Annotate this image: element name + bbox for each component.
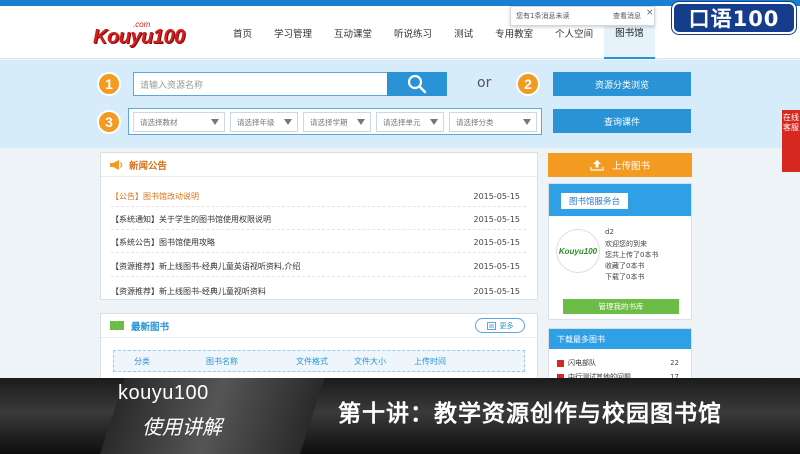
news-item[interactable]: 【系统通知】 关于学生的图书馆使用权限说明 2015-05-15 — [111, 210, 526, 230]
news-item-title: 新上线图书-经典儿童英语视听资料,介绍 — [159, 262, 301, 271]
search-button[interactable] — [387, 72, 447, 96]
news-item-title: 图书馆改动说明 — [143, 192, 199, 201]
chevron-down-icon — [284, 119, 292, 125]
view-messages-link[interactable]: 查看消息 — [613, 11, 641, 21]
avatar-logo: Kouyu100 — [558, 246, 598, 256]
list-item-count: 22 — [670, 359, 679, 367]
column-file-size: 文件大小 — [354, 356, 386, 366]
more-label: 更多 — [499, 321, 514, 330]
column-upload-time: 上传时间 — [414, 356, 446, 366]
news-title: 新闻公告 — [129, 160, 168, 172]
library-service-desk: 图书馆服务台 Kouyu100 d2 欢迎您的到来 您共上传了0本书 收藏了0本… — [548, 183, 692, 320]
upload-book-button[interactable]: 上传图书 — [548, 153, 692, 177]
list-item[interactable]: 闪电部队 22 — [557, 358, 685, 368]
nav-test[interactable]: 测试 — [443, 6, 484, 59]
file-icon — [557, 359, 564, 367]
banner-subtitle: 使用讲解 — [142, 415, 222, 439]
latest-books-panel: 最新图书 更多 分类 图书名称 文件格式 文件大小 上传时间 — [100, 313, 538, 383]
news-item-date: 2015-05-15 — [473, 286, 521, 296]
service-desk-title: 图书馆服务台 — [561, 193, 629, 209]
grade-select-label: 请选择年级 — [237, 117, 275, 127]
news-item-date: 2015-05-15 — [473, 215, 521, 224]
online-service-tab[interactable]: 在线客服 — [782, 110, 800, 172]
step-2-badge: 2 — [516, 72, 540, 96]
news-item-date: 2015-05-15 — [473, 192, 521, 201]
books-table-header: 分类 图书名称 文件格式 文件大小 上传时间 — [113, 350, 525, 372]
filter-bar: 请选择教材 请选择年级 请选择学期 请选择单元 请选择分类 — [128, 108, 542, 135]
banner-lecture-title: 第十讲：教学资源创作与校园图书馆 — [338, 401, 722, 427]
megaphone-icon — [110, 159, 123, 170]
column-file-format: 文件格式 — [296, 356, 328, 366]
most-downloaded-title: 下载最多图书 — [549, 329, 691, 349]
news-item-title: 关于学生的图书馆使用权限说明 — [159, 215, 271, 224]
book-icon — [110, 320, 124, 331]
nav-interactive-class[interactable]: 互动课堂 — [323, 6, 383, 59]
latest-books-title: 最新图书 — [131, 321, 170, 333]
category-select-label: 请选择分类 — [456, 117, 494, 127]
news-item[interactable]: 【资源推荐】 新上线图书-经典儿童视听资料 2015-05-15 — [111, 281, 526, 301]
manage-library-button[interactable]: 管理我的书库 — [563, 299, 679, 314]
semester-select-label: 请选择学期 — [310, 117, 348, 127]
search-icon — [407, 74, 427, 94]
nav-listening-speaking[interactable]: 听说练习 — [383, 6, 443, 59]
browse-categories-button[interactable]: 资源分类浏览 — [553, 72, 691, 96]
query-courseware-button[interactable]: 查询课件 — [553, 109, 691, 133]
lecture-banner: kouyu100 使用讲解 第十讲：教学资源创作与校园图书馆 — [0, 378, 800, 454]
unit-select[interactable]: 请选择单元 — [376, 112, 444, 132]
grade-select[interactable]: 请选择年级 — [230, 112, 298, 132]
news-item-tag: 【资源推荐】 — [111, 262, 159, 271]
chevron-down-icon — [430, 119, 438, 125]
resource-search-input[interactable]: 请输入资源名称 — [133, 72, 387, 96]
kouyu100-badge: 口语100 — [672, 2, 796, 34]
chevron-down-icon — [357, 119, 365, 125]
nav-home[interactable]: 首页 — [222, 6, 263, 59]
news-item-date: 2015-05-15 — [473, 262, 521, 271]
news-item[interactable]: 【资源推荐】 新上线图书-经典儿童英语视听资料,介绍 2015-05-15 — [111, 257, 526, 277]
textbook-select[interactable]: 请选择教材 — [133, 112, 225, 132]
news-item[interactable]: 【公告】 图书馆改动说明 2015-05-15 — [111, 187, 526, 207]
column-book-name: 图书名称 — [206, 356, 238, 366]
search-area: 1 请输入资源名称 or 2 资源分类浏览 3 请选择教材 请选择年级 请选择学… — [0, 60, 800, 148]
semester-select[interactable]: 请选择学期 — [303, 112, 371, 132]
welcome-text: 欢迎您的到来 — [605, 240, 647, 248]
news-item-tag: 【系统公告】 — [111, 238, 159, 247]
news-item-title: 新上线图书-经典儿童视听资料 — [159, 286, 266, 296]
kouyu100-logo[interactable]: .com Kouyu100 — [93, 20, 185, 50]
chevron-down-icon — [523, 119, 531, 125]
list-item-name: 闪电部队 — [568, 359, 596, 367]
step-3-badge: 3 — [97, 110, 121, 134]
step-1-badge: 1 — [97, 72, 121, 96]
username: d2 — [605, 228, 614, 236]
banner-brand: kouyu100 — [118, 382, 209, 404]
notification-message: 您有1条消息未读 — [516, 12, 570, 20]
news-item-tag: 【资源推荐】 — [111, 286, 159, 296]
collected-count: 收藏了0本书 — [605, 262, 645, 270]
chevron-down-icon — [211, 119, 219, 125]
news-item[interactable]: 【系统公告】 图书馆使用攻略 2015-05-15 — [111, 233, 526, 253]
uploaded-count: 您共上传了0本书 — [605, 251, 659, 259]
column-category: 分类 — [134, 356, 150, 366]
or-label: or — [477, 75, 492, 91]
news-panel: 新闻公告 【公告】 图书馆改动说明 2015-05-15 【系统通知】 关于学生… — [100, 152, 538, 300]
upload-icon — [590, 160, 604, 171]
unit-select-label: 请选择单元 — [383, 117, 421, 127]
upload-book-label: 上传图书 — [611, 161, 650, 172]
textbook-select-label: 请选择教材 — [140, 117, 178, 127]
downloaded-count: 下载了0本书 — [605, 273, 645, 281]
news-item-tag: 【系统通知】 — [111, 215, 159, 224]
close-icon[interactable]: × — [646, 8, 654, 18]
avatar[interactable]: Kouyu100 — [556, 229, 600, 273]
logo-word: Kouyu100 — [93, 26, 185, 48]
list-icon — [486, 321, 496, 330]
news-item-title: 图书馆使用攻略 — [159, 238, 215, 247]
news-item-date: 2015-05-15 — [473, 238, 521, 247]
notification-popup: 您有1条消息未读 查看消息 × — [510, 6, 655, 26]
more-button[interactable]: 更多 — [475, 318, 525, 333]
news-item-tag: 【公告】 — [111, 192, 143, 201]
category-select[interactable]: 请选择分类 — [449, 112, 537, 132]
nav-learning-management[interactable]: 学习管理 — [263, 6, 323, 59]
